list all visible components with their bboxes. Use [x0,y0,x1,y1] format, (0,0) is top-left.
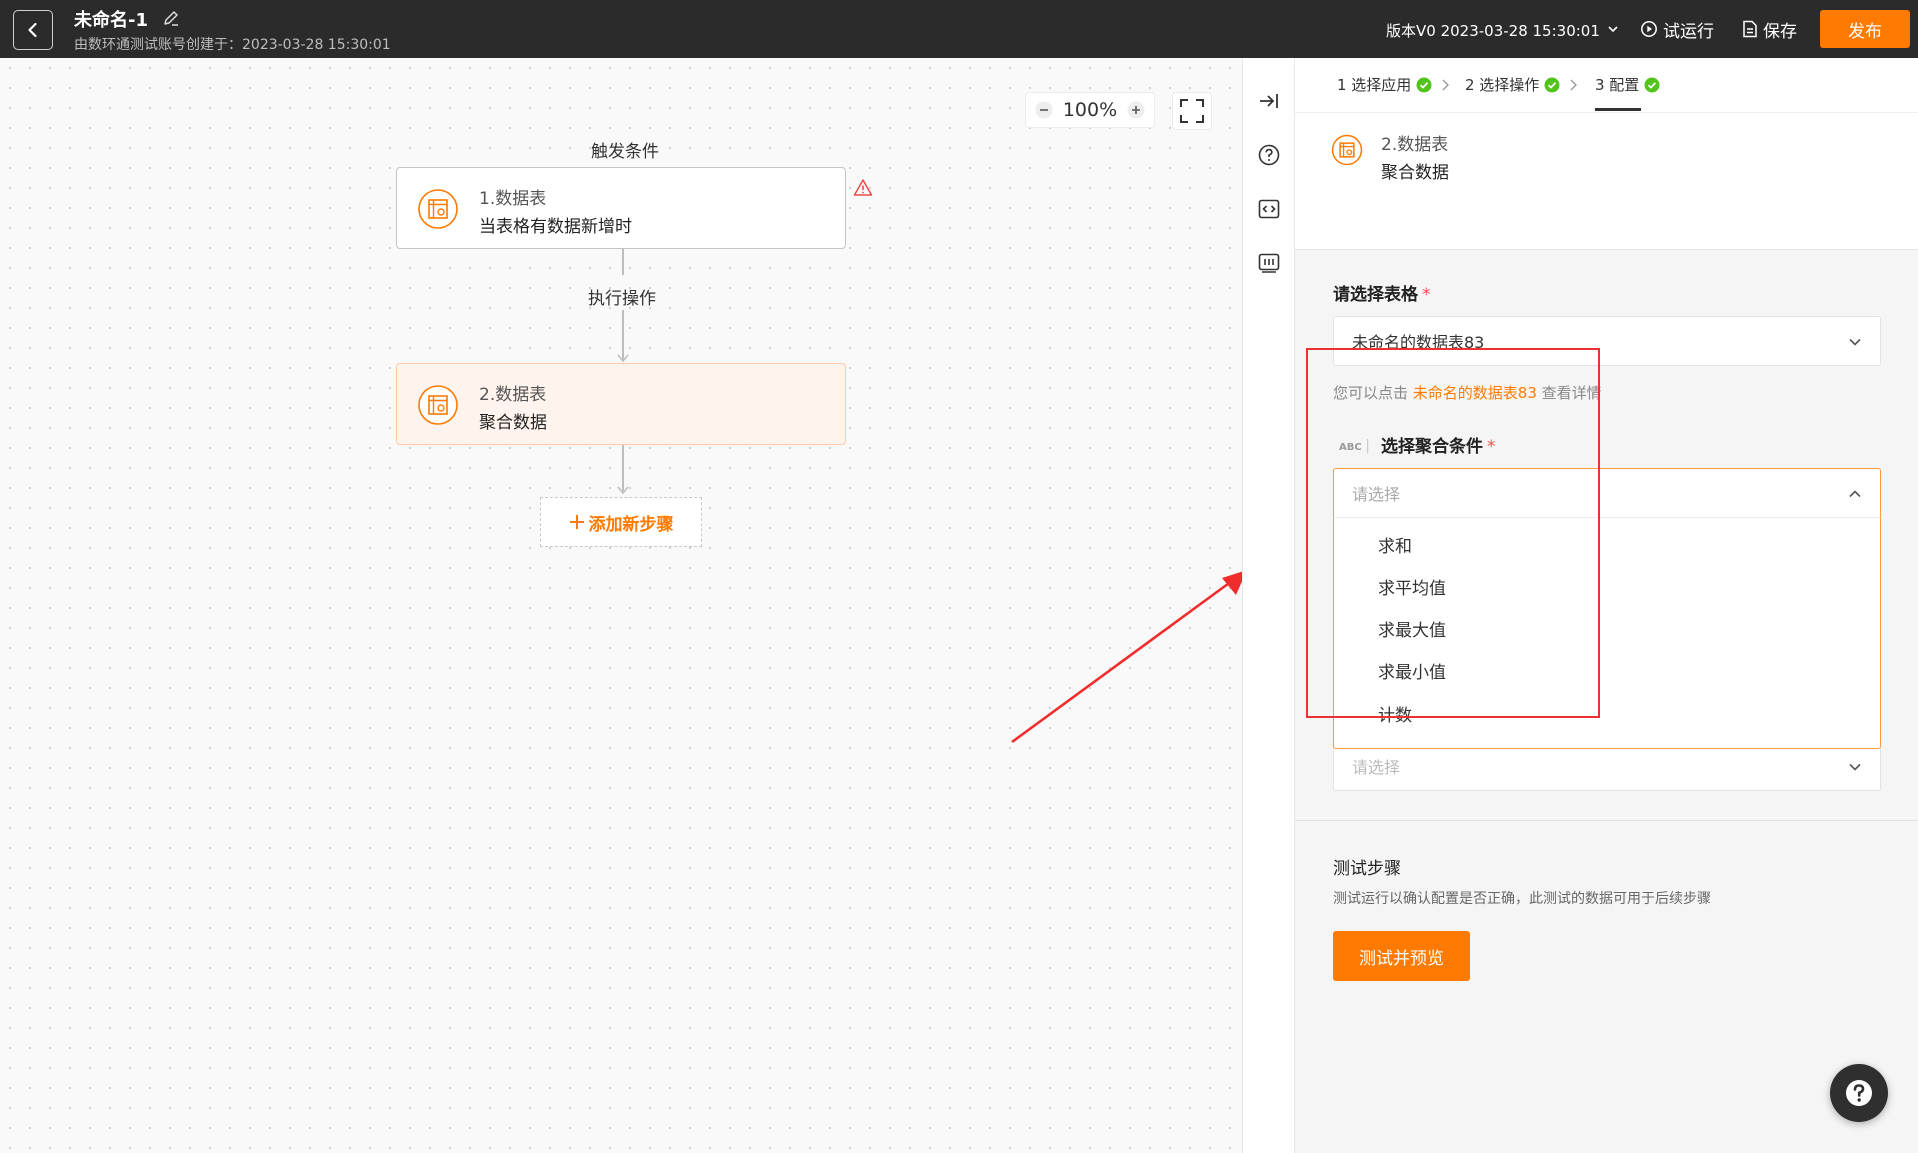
test-step-title: 测试步骤 [1333,859,1401,879]
datatable-icon [418,385,458,425]
datatable-icon [418,189,458,229]
play-icon [1641,21,1657,37]
save-button[interactable]: 保存 [1742,16,1797,42]
connector-arrowhead [617,486,629,495]
chevron-right-icon [1442,79,1449,91]
side-toolbar [1242,58,1294,1153]
datatable-icon [1331,134,1363,166]
check-circle-icon [1416,77,1432,92]
back-icon [28,22,37,38]
action-label: 执行操作 [588,289,656,309]
log-view-button[interactable] [1256,250,1282,276]
zoom-level: 100% [1062,99,1118,121]
panel-node-app: 2.数据表 [1381,135,1449,155]
chevron-right-icon [1570,79,1577,91]
flow-node-trigger[interactable]: 1.数据表 当表格有数据新增时 [396,167,846,249]
plus-icon [569,515,584,529]
test-run-label: 试运行 [1663,21,1714,42]
document-icon [1743,20,1757,38]
zoom-control: 100% [1025,92,1155,128]
log-icon [1258,253,1280,273]
annotation-arrow [1011,570,1247,744]
required-mark: * [1422,285,1431,305]
fullscreen-icon [1180,99,1204,123]
version-select[interactable]: 版本V0 2023-03-28 15:30:01 [1386,20,1600,41]
table-field-label: 请选择表格 * [1333,285,1431,305]
step-select-app[interactable]: 1 选择应用 [1337,74,1432,95]
chevron-down-icon[interactable] [1606,22,1620,36]
trigger-label: 触发条件 [591,142,659,162]
collapse-panel-button[interactable] [1256,88,1282,114]
help-button[interactable] [1256,142,1282,168]
question-icon [1846,1080,1872,1106]
connector-arrowhead [617,354,629,363]
test-step-description: 测试运行以确认配置是否正确，此测试的数据可用于后续步骤 [1333,891,1711,907]
chevron-down-icon [1849,338,1861,346]
back-button[interactable] [13,10,53,50]
connector-line [622,310,624,360]
next-field-placeholder: 请选择 [1352,758,1401,777]
code-view-button[interactable] [1256,196,1282,222]
help-icon [1258,144,1280,166]
created-info: 由数环通测试账号创建于：2023-03-28 15:30:01 [74,37,391,53]
node-app-name: 2.数据表 [479,385,547,405]
top-bar: 未命名-1 由数环通测试账号创建于：2023-03-28 15:30:01 版本… [0,0,1918,58]
connector-line [622,249,624,275]
collapse-right-icon [1260,94,1278,108]
flow-node-action[interactable]: 2.数据表 聚合数据 [396,363,846,445]
panel-node-action: 聚合数据 [1381,163,1449,183]
help-fab-button[interactable] [1830,1064,1888,1122]
save-label: 保存 [1763,21,1797,42]
edit-icon[interactable] [161,8,181,28]
plus-icon[interactable] [1126,100,1146,120]
check-circle-icon [1644,77,1660,92]
section-divider [1295,820,1918,821]
fullscreen-button[interactable] [1172,92,1212,130]
node-action-name: 聚合数据 [479,413,547,433]
node-app-name: 1.数据表 [479,189,547,209]
connector-line [622,445,624,491]
step-configure[interactable]: 3 配置 [1595,74,1660,95]
node-event-name: 当表格有数据新增时 [479,217,632,237]
chevron-down-icon [1849,763,1861,771]
warning-icon[interactable] [853,178,873,198]
check-circle-icon [1544,77,1560,92]
step-select-action[interactable]: 2 选择操作 [1465,74,1560,95]
test-run-button[interactable]: 试运行 [1640,16,1714,42]
active-step-indicator [1595,108,1641,111]
minus-icon[interactable] [1034,100,1054,120]
annotation-highlight-box [1306,348,1600,718]
add-step-label: 添加新步骤 [588,514,674,535]
flow-title: 未命名-1 [74,10,148,31]
add-step-button[interactable]: 添加新步骤 [540,497,702,547]
publish-button[interactable]: 发布 [1820,10,1910,48]
step-label: 2 选择操作 [1465,76,1540,94]
step-label: 1 选择应用 [1337,76,1412,94]
config-steps: 1 选择应用 2 选择操作 3 配置 [1295,58,1918,112]
test-preview-button[interactable]: 测试并预览 [1333,931,1470,981]
code-icon [1258,199,1280,219]
step-label: 3 配置 [1595,76,1640,94]
chevron-up-icon [1849,490,1861,498]
